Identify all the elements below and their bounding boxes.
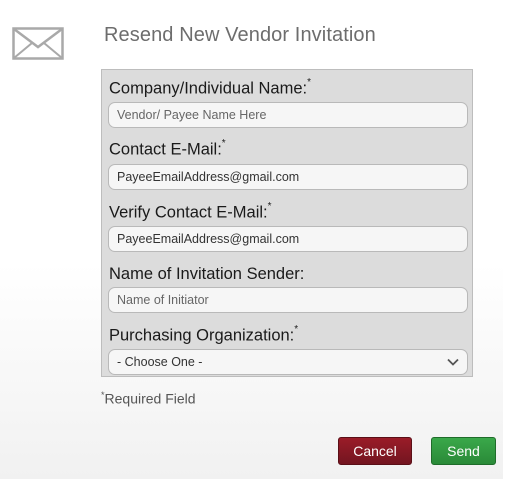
verify-email-value: PayeeEmailAddress@gmail.com	[117, 232, 300, 246]
contact-email-input[interactable]: PayeeEmailAddress@gmail.com	[108, 164, 468, 190]
chevron-down-icon	[447, 358, 459, 366]
sender-name-input[interactable]: Name of Initiator	[108, 287, 468, 313]
purchasing-org-selected: - Choose One -	[117, 355, 203, 369]
purchasing-org-select[interactable]: - Choose One -	[108, 349, 468, 375]
required-field-note: *Required Field	[101, 390, 196, 407]
sender-name-placeholder: Name of Initiator	[117, 293, 209, 307]
company-name-label: Company/Individual Name:*	[109, 77, 312, 98]
invitation-dialog: Resend New Vendor Invitation Company/Ind…	[0, 0, 503, 479]
verify-email-label: Verify Contact E-Mail:*	[109, 201, 272, 222]
envelope-icon	[12, 27, 64, 60]
verify-email-input[interactable]: PayeeEmailAddress@gmail.com	[108, 226, 468, 252]
company-name-input[interactable]: Vendor/ Payee Name Here	[108, 102, 468, 128]
contact-email-label: Contact E-Mail:*	[109, 138, 226, 159]
invitation-form: Company/Individual Name:* Vendor/ Payee …	[101, 69, 473, 377]
send-button[interactable]: Send	[431, 437, 496, 465]
purchasing-org-label: Purchasing Organization:*	[109, 324, 299, 345]
company-name-placeholder: Vendor/ Payee Name Here	[117, 108, 267, 122]
contact-email-value: PayeeEmailAddress@gmail.com	[117, 170, 300, 184]
sender-name-label: Name of Invitation Sender:	[109, 265, 305, 283]
dialog-title: Resend New Vendor Invitation	[104, 24, 376, 46]
cancel-button[interactable]: Cancel	[338, 437, 412, 465]
